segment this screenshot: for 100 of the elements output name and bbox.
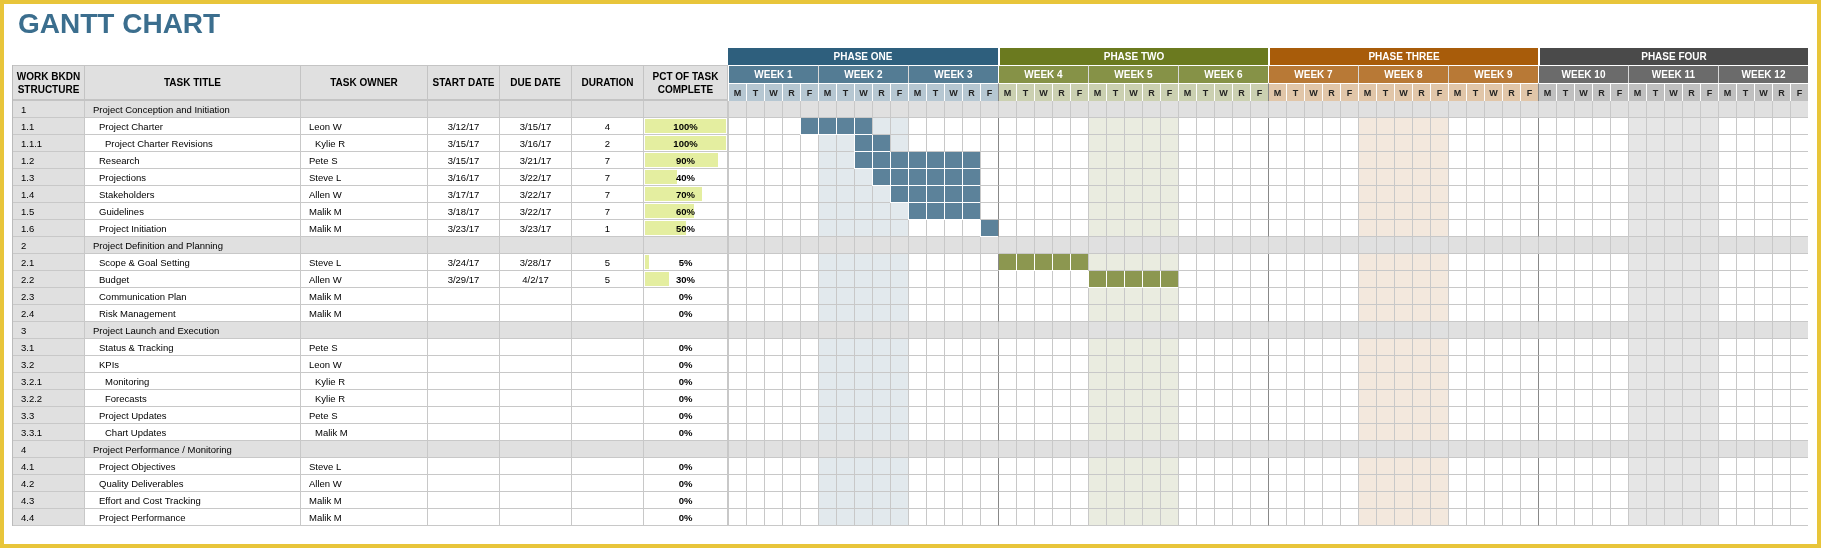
table-cell: Allen W (301, 475, 428, 492)
day-header: W (1304, 83, 1322, 101)
day-header: W (1754, 83, 1772, 101)
day-header: F (1700, 83, 1718, 101)
day-header: R (1412, 83, 1430, 101)
day-header: T (1466, 83, 1484, 101)
table-cell: 2 (572, 135, 644, 152)
table-cell: 3/22/17 (500, 169, 572, 186)
table-cell: 5 (572, 254, 644, 271)
table-cell: Budget (85, 271, 301, 288)
day-header: F (1250, 83, 1268, 101)
empty-cell (428, 509, 500, 526)
table-cell: 3.3.1 (13, 424, 85, 441)
empty-cell (500, 390, 572, 407)
percent-text: 90% (676, 154, 695, 166)
table-cell: 7 (572, 203, 644, 220)
percent-text: 60% (676, 205, 695, 217)
table-cell: Project Charter (85, 118, 301, 135)
table-cell: 3/16/17 (428, 169, 500, 186)
column-header: START DATE (428, 65, 500, 101)
table-cell: 5 (572, 271, 644, 288)
percent-text: 0% (678, 477, 693, 489)
day-header: T (836, 83, 854, 101)
day-header: F (1610, 83, 1628, 101)
day-header: M (998, 83, 1016, 101)
week-header: WEEK 12 (1718, 65, 1808, 83)
phase-header: PHASE TWO (998, 48, 1268, 65)
day-header: T (1646, 83, 1664, 101)
day-header: W (1574, 83, 1592, 101)
table-cell: 1.2 (13, 152, 85, 169)
day-header: F (1070, 83, 1088, 101)
empty-cell (500, 407, 572, 424)
week-header: WEEK 11 (1628, 65, 1718, 83)
day-header: M (818, 83, 836, 101)
table-cell: Malik M (301, 288, 428, 305)
table-cell: Project Definition and Planning (85, 237, 301, 254)
table-cell: Steve L (301, 458, 428, 475)
day-header: W (944, 83, 962, 101)
percent-text: 0% (678, 409, 693, 421)
week-header: WEEK 8 (1358, 65, 1448, 83)
table-cell: 1.5 (13, 203, 85, 220)
table-cell: Project Conception and Initiation (85, 101, 301, 118)
empty-cell (500, 356, 572, 373)
table-cell: 4/2/17 (500, 271, 572, 288)
percent-text: 0% (678, 494, 693, 506)
percent-text: 100% (673, 137, 698, 149)
day-header: W (1664, 83, 1682, 101)
day-header: F (1160, 83, 1178, 101)
day-header: F (1340, 83, 1358, 101)
table-cell: 4.1 (13, 458, 85, 475)
percent-text: 40% (676, 171, 695, 183)
percent-text: 30% (676, 273, 695, 285)
table-cell: 3/15/17 (500, 118, 572, 135)
day-header: M (1448, 83, 1466, 101)
empty-cell (500, 475, 572, 492)
day-header: M (1178, 83, 1196, 101)
table-cell: Allen W (301, 271, 428, 288)
table-cell: Effort and Cost Tracking (85, 492, 301, 509)
day-header: F (800, 83, 818, 101)
table-cell: Kylie R (301, 390, 428, 407)
column-header: DUE DATE (500, 65, 572, 101)
table-cell: 3/17/17 (428, 186, 500, 203)
day-header: W (764, 83, 782, 101)
table-cell: 7 (572, 169, 644, 186)
table-cell: 2.1 (13, 254, 85, 271)
week-header: WEEK 2 (818, 65, 908, 83)
column-header: TASK TITLE (85, 65, 301, 101)
day-header: R (1502, 83, 1520, 101)
table-cell: 3/18/17 (428, 203, 500, 220)
percent-text: 0% (678, 460, 693, 472)
table-cell: Pete S (301, 407, 428, 424)
table-cell: Communication Plan (85, 288, 301, 305)
table-cell: 2.3 (13, 288, 85, 305)
day-header: R (1142, 83, 1160, 101)
table-cell: 3/22/17 (500, 203, 572, 220)
table-cell: 1.1 (13, 118, 85, 135)
week-header: WEEK 7 (1268, 65, 1358, 83)
day-header: F (1430, 83, 1448, 101)
day-header: M (1268, 83, 1286, 101)
table-cell: Malik M (301, 492, 428, 509)
table-cell: Projections (85, 169, 301, 186)
table-cell: 3/29/17 (428, 271, 500, 288)
table-cell: 4.3 (13, 492, 85, 509)
week-header: WEEK 10 (1538, 65, 1628, 83)
empty-cell (500, 492, 572, 509)
day-header: M (1538, 83, 1556, 101)
empty-cell (500, 373, 572, 390)
week-header: WEEK 1 (728, 65, 818, 83)
table-cell: 3/15/17 (428, 135, 500, 152)
day-header: M (1088, 83, 1106, 101)
table-cell: 1.3 (13, 169, 85, 186)
day-header: W (1124, 83, 1142, 101)
percent-text: 70% (676, 188, 695, 200)
day-header: F (890, 83, 908, 101)
day-header: W (1484, 83, 1502, 101)
week-header: WEEK 5 (1088, 65, 1178, 83)
table-cell: 4.2 (13, 475, 85, 492)
empty-cell (428, 475, 500, 492)
day-header: M (1358, 83, 1376, 101)
table-cell: Project Charter Revisions (85, 135, 301, 152)
